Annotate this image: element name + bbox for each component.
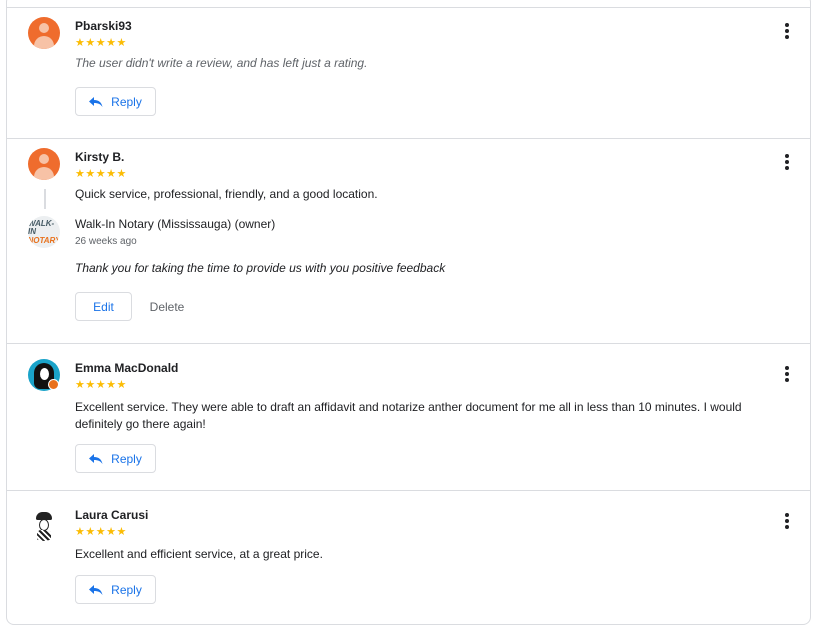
avatar[interactable] <box>28 148 60 180</box>
delete-button[interactable]: Delete <box>142 292 192 321</box>
more-options-icon[interactable] <box>784 513 790 531</box>
review-text: Quick service, professional, friendly, a… <box>75 187 378 201</box>
reply-label: Reply <box>111 451 142 466</box>
review-item: Kirsty B. ★★★★★ Quick service, professio… <box>7 138 810 343</box>
reply-label: Reply <box>111 94 142 109</box>
reply-arrow-icon <box>89 584 103 595</box>
owner-name: Walk-In Notary (Mississauga) (owner) <box>75 217 276 231</box>
star-rating: ★★★★★ <box>75 379 127 391</box>
reply-button[interactable]: Reply <box>75 444 156 473</box>
reviewer-name[interactable]: Pbarski93 <box>75 19 132 33</box>
reviewer-name[interactable]: Laura Carusi <box>75 508 148 522</box>
more-options-icon[interactable] <box>784 154 790 172</box>
reply-button[interactable]: Reply <box>75 87 156 116</box>
review-item: Laura Carusi ★★★★★ Excellent and efficie… <box>7 490 810 624</box>
review-text: The user didn't write a review, and has … <box>75 56 368 70</box>
thread-connector <box>44 189 46 209</box>
review-item: Pbarski93 ★★★★★ The user didn't write a … <box>7 7 810 138</box>
review-text: Excellent and efficient service, at a gr… <box>75 547 323 561</box>
owner-logo-line2: NOTARY <box>28 235 60 245</box>
star-rating: ★★★★★ <box>75 37 127 49</box>
more-options-icon[interactable] <box>784 366 790 384</box>
avatar[interactable] <box>28 509 60 541</box>
edit-label: Edit <box>93 299 114 314</box>
reviewer-name[interactable]: Emma MacDonald <box>75 361 178 375</box>
edit-button[interactable]: Edit <box>75 292 132 321</box>
local-guide-badge-icon <box>48 379 59 390</box>
owner-logo: WALK-IN NOTARY <box>28 216 60 248</box>
reply-button[interactable]: Reply <box>75 575 156 604</box>
reply-label: Reply <box>111 582 142 597</box>
reply-arrow-icon <box>89 96 103 107</box>
reply-arrow-icon <box>89 453 103 464</box>
delete-label: Delete <box>149 299 185 314</box>
reviewer-name[interactable]: Kirsty B. <box>75 150 124 164</box>
reviews-panel: Pbarski93 ★★★★★ The user didn't write a … <box>6 0 811 625</box>
star-rating: ★★★★★ <box>75 526 127 538</box>
star-rating: ★★★★★ <box>75 168 127 180</box>
owner-logo-line1: WALK-IN <box>28 218 55 236</box>
owner-reply-time: 26 weeks ago <box>75 236 137 247</box>
review-text: Excellent service. They were able to dra… <box>75 400 742 431</box>
owner-reply-text: Thank you for taking the time to provide… <box>75 261 446 275</box>
more-options-icon[interactable] <box>784 23 790 41</box>
avatar[interactable] <box>28 17 60 49</box>
review-item: Emma MacDonald ★★★★★ Excellent service. … <box>7 343 810 490</box>
